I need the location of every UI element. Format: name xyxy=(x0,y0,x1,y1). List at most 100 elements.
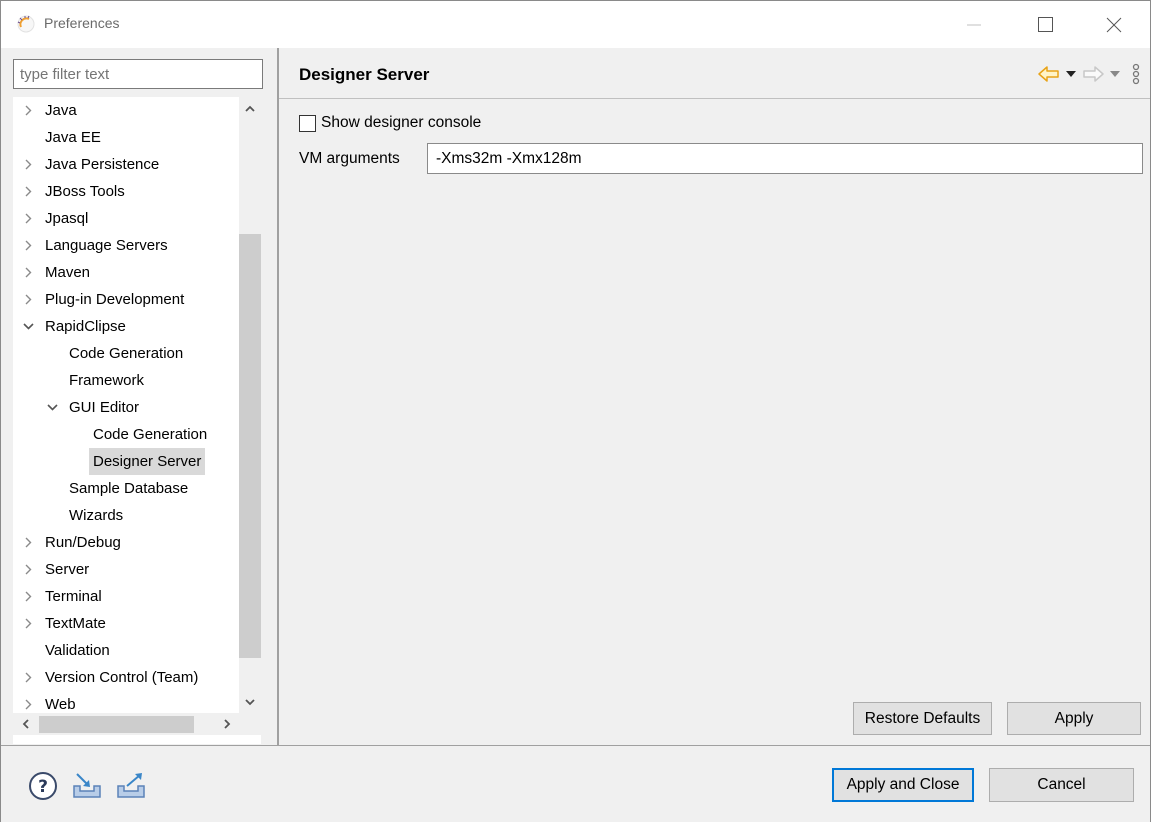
expand-chevron-icon[interactable] xyxy=(21,97,35,124)
preferences-window: Preferences JavaJava EEJava PersistenceJ… xyxy=(0,0,1151,822)
more-options-button[interactable] xyxy=(1132,63,1140,85)
vm-arguments-label: VM arguments xyxy=(299,150,400,167)
tree-item[interactable]: Java EE xyxy=(13,124,237,151)
tree-horizontal-scrollbar[interactable] xyxy=(13,713,239,735)
preference-navigation: Java Java EE Java Persistence JBoss Tools Jp… xyxy=(1,48,277,745)
tree-item-label: Designer Server xyxy=(89,448,206,475)
tree-item[interactable]: RapidClipse xyxy=(13,313,237,340)
title-bar: Preferences xyxy=(1,1,1150,48)
forward-dropdown-button[interactable] xyxy=(1110,71,1120,77)
help-button[interactable]: ? xyxy=(27,771,59,801)
tree-item[interactable]: Terminal xyxy=(13,583,237,610)
apply-button[interactable]: Apply xyxy=(1007,702,1141,735)
page-title: Designer Server xyxy=(299,65,430,84)
tree-item[interactable]: Language Servers xyxy=(13,232,237,259)
eclipse-sun-icon xyxy=(17,15,35,33)
back-button[interactable] xyxy=(1038,66,1060,82)
chevron-left-icon xyxy=(22,719,29,729)
forward-dropdown-icon xyxy=(1110,71,1120,77)
tree-item-label: Maven xyxy=(45,264,91,281)
apply-and-close-button[interactable]: Apply and Close xyxy=(832,768,974,802)
tree-item-label: Sample Database xyxy=(69,480,189,497)
tree-item[interactable]: Code Generation xyxy=(13,340,237,367)
tree-item[interactable]: Java xyxy=(13,97,237,124)
scroll-up-button[interactable] xyxy=(239,97,261,119)
cancel-button[interactable]: Cancel xyxy=(989,768,1134,802)
scroll-right-button[interactable] xyxy=(215,713,239,735)
tree-item-label: Version Control (Team) xyxy=(45,669,199,686)
expand-chevron-icon[interactable] xyxy=(21,529,35,556)
export-button[interactable] xyxy=(115,771,147,801)
tree-item[interactable]: Designer Server xyxy=(13,448,237,475)
tree-item[interactable]: Wizards xyxy=(13,502,237,529)
close-button[interactable] xyxy=(1091,1,1137,48)
tree-vertical-scrollbar[interactable] xyxy=(239,97,261,713)
tree-item[interactable]: Sample Database xyxy=(13,475,237,502)
tree-item-label: Code Generation xyxy=(69,345,184,362)
collapse-chevron-icon[interactable] xyxy=(45,394,59,421)
back-arrow-icon xyxy=(1038,66,1059,82)
back-dropdown-button[interactable] xyxy=(1066,71,1076,77)
tree-item[interactable]: Code Generation xyxy=(13,421,237,448)
chevron-up-icon xyxy=(245,105,255,112)
maximize-button[interactable] xyxy=(1023,1,1069,48)
page-navigation-toolbar xyxy=(1038,63,1140,85)
tree-item[interactable]: Version Control (Team) xyxy=(13,664,237,691)
tree-item[interactable]: Java Persistence xyxy=(13,151,237,178)
svg-text:?: ? xyxy=(38,777,48,797)
expand-chevron-icon[interactable] xyxy=(21,151,35,178)
expand-chevron-icon[interactable] xyxy=(21,286,35,313)
horizontal-scroll-thumb[interactable] xyxy=(39,716,194,733)
tree-item[interactable]: TextMate xyxy=(13,610,237,637)
expand-chevron-icon[interactable] xyxy=(21,556,35,583)
scroll-down-button[interactable] xyxy=(239,691,261,713)
expand-chevron-icon[interactable] xyxy=(21,664,35,691)
tree-item[interactable]: Validation xyxy=(13,637,237,664)
tree-item[interactable]: GUI Editor xyxy=(13,394,237,421)
tree-item-label: Run/Debug xyxy=(45,534,121,551)
tree-item-label: Code Generation xyxy=(93,426,208,443)
help-icon: ? xyxy=(29,772,57,800)
show-designer-console-label: Show designer console xyxy=(321,114,482,131)
forward-button[interactable] xyxy=(1082,66,1104,82)
expand-chevron-icon[interactable] xyxy=(21,232,35,259)
collapse-chevron-icon[interactable] xyxy=(21,313,35,340)
tree-item-label: Wizards xyxy=(69,507,124,524)
vm-arguments-row: VM arguments xyxy=(299,143,1144,175)
import-button[interactable] xyxy=(71,771,103,801)
tree-item[interactable]: JBoss Tools xyxy=(13,178,237,205)
tree-item-label: Framework xyxy=(69,372,145,389)
vertical-scroll-thumb[interactable] xyxy=(239,234,261,658)
tree-item-label: RapidClipse xyxy=(45,318,126,335)
footer-icons: ? xyxy=(27,771,147,801)
expand-chevron-icon[interactable] xyxy=(21,178,35,205)
show-designer-console-option[interactable]: Show designer console xyxy=(299,112,481,134)
tree-item[interactable]: Framework xyxy=(13,367,237,394)
close-icon xyxy=(1106,17,1122,32)
expand-chevron-icon[interactable] xyxy=(21,259,35,286)
tree-item[interactable]: Maven xyxy=(13,259,237,286)
tree-item-label: Server xyxy=(45,561,90,578)
scroll-left-button[interactable] xyxy=(13,713,37,735)
restore-defaults-button[interactable]: Restore Defaults xyxy=(853,702,992,735)
expand-chevron-icon[interactable] xyxy=(21,205,35,232)
tree-item-label: Terminal xyxy=(45,588,102,605)
dialog-footer: ? Apply and Close Cancel xyxy=(1,746,1150,822)
tree-item[interactable]: Plug-in Development xyxy=(13,286,237,313)
page-header: Designer Server xyxy=(279,48,1150,99)
scrollbar-corner xyxy=(239,713,261,735)
expand-chevron-icon[interactable] xyxy=(21,610,35,637)
tree-item-label: Jpasql xyxy=(45,210,89,227)
back-dropdown-icon xyxy=(1066,71,1076,77)
tree-item-label: Validation xyxy=(45,642,110,659)
tree-item[interactable]: Jpasql xyxy=(13,205,237,232)
filter-input[interactable] xyxy=(13,59,263,89)
show-designer-console-checkbox[interactable] xyxy=(299,114,316,132)
expand-chevron-icon[interactable] xyxy=(21,583,35,610)
tree-item[interactable]: Server xyxy=(13,556,237,583)
tree-item[interactable]: Run/Debug xyxy=(13,529,237,556)
import-icon xyxy=(73,773,101,798)
preference-tree: Java Java EE Java Persistence JBoss Tools Jp… xyxy=(13,97,261,744)
minimize-button[interactable] xyxy=(951,1,997,48)
vm-arguments-input[interactable] xyxy=(427,143,1143,174)
